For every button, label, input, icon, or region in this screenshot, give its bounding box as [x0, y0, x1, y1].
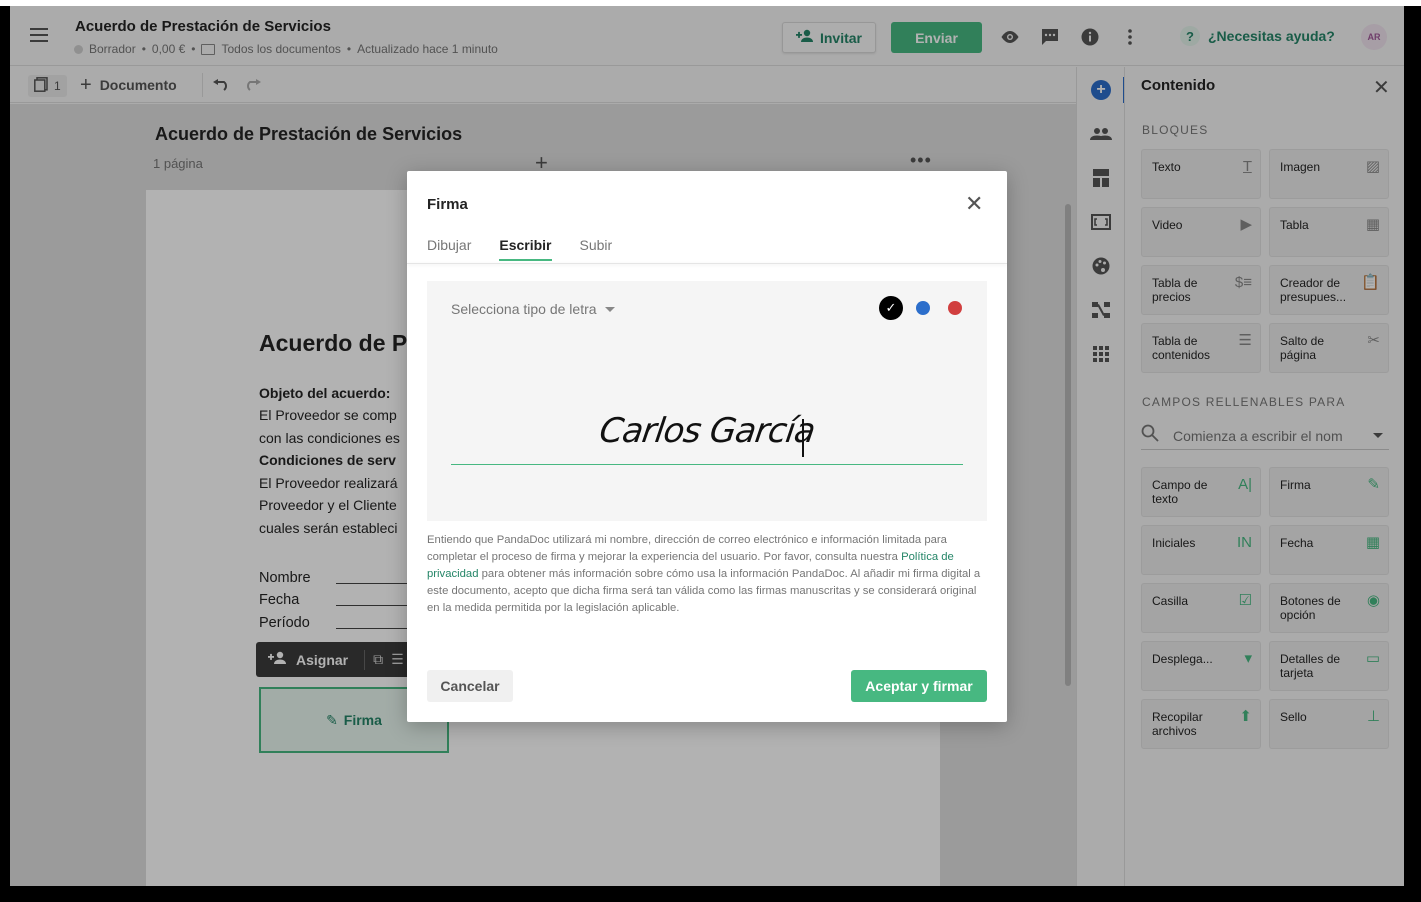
font-select-label: Selecciona tipo de letra [451, 301, 597, 317]
modal-title: Firma [427, 196, 468, 213]
signature-modal: Firma ✕ Dibujar Escribir Subir Seleccion… [407, 171, 1007, 722]
tabs-divider [407, 263, 1007, 264]
signature-tabs: Dibujar Escribir Subir [427, 237, 612, 261]
close-icon[interactable]: ✕ [965, 191, 983, 217]
accept-and-sign-button[interactable]: Aceptar y firmar [851, 670, 987, 702]
tab-type[interactable]: Escribir [499, 237, 552, 261]
cancel-button[interactable]: Cancelar [427, 670, 513, 702]
legal-text: Entiendo que PandaDoc utilizará mi nombr… [427, 534, 947, 563]
color-red-swatch[interactable] [948, 301, 962, 315]
app-window: Acuerdo de Prestación de Servicios Borra… [10, 6, 1404, 886]
legal-text: para obtener más información sobre cómo … [427, 568, 981, 614]
tab-upload[interactable]: Subir [580, 237, 613, 261]
font-select[interactable]: Selecciona tipo de letra [451, 301, 615, 317]
legal-notice: Entiendo que PandaDoc utilizará mi nombr… [427, 532, 987, 617]
color-blue-swatch[interactable] [916, 301, 930, 315]
signature-input[interactable]: Carlos García [424, 411, 990, 451]
signature-baseline [451, 464, 963, 465]
text-cursor [802, 419, 804, 457]
chevron-down-icon [604, 306, 615, 312]
signature-area: Selecciona tipo de letra ✓ Carlos García [427, 281, 987, 521]
tab-draw[interactable]: Dibujar [427, 237, 471, 261]
color-black-swatch[interactable]: ✓ [879, 296, 903, 320]
